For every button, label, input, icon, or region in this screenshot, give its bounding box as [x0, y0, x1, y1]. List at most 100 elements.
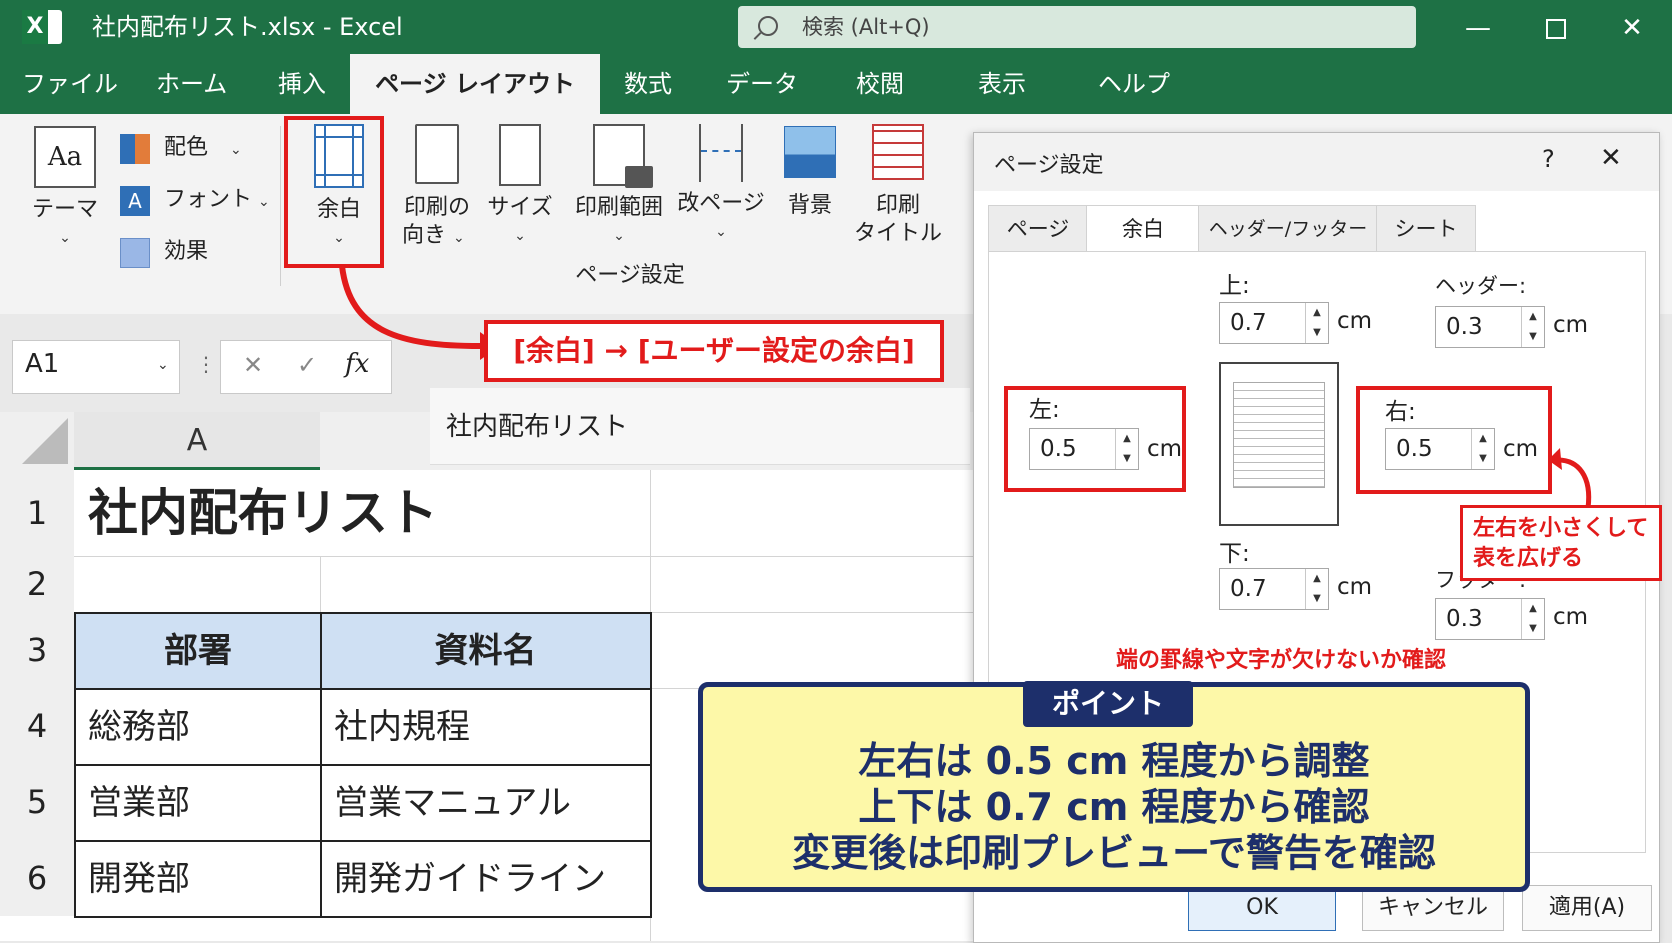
edge-check-note: 端の罫線や文字が欠けないか確認	[1112, 642, 1451, 674]
point-line-1: 左右は 0.5 cm 程度から調整	[858, 739, 1370, 783]
spinner-icon[interactable]: ▲ ▼	[1521, 599, 1544, 639]
row-header-2[interactable]: 2	[0, 556, 74, 612]
row-header-5[interactable]: 5	[0, 764, 74, 840]
row-header-3[interactable]: 3	[0, 612, 74, 688]
tab-view[interactable]: 表示	[978, 66, 1026, 102]
dialog-close-button[interactable]: ✕	[1600, 143, 1622, 173]
fonts-label: フォント	[164, 187, 253, 212]
row-header-1[interactable]: 1	[0, 470, 74, 556]
dialog-tab-header-footer[interactable]: ヘッダー/フッター	[1198, 205, 1378, 253]
effects-label: 効果	[164, 239, 209, 264]
chevron-down-icon: ⌄	[715, 224, 727, 240]
spinner-icon[interactable]: ▲ ▼	[1305, 569, 1328, 609]
tab-review[interactable]: 校閲	[856, 66, 904, 102]
row-header-6[interactable]: 6	[0, 840, 74, 916]
chevron-down-icon: ⌄	[514, 228, 526, 244]
point-line-2: 上下は 0.7 cm 程度から確認	[858, 785, 1370, 829]
header-margin-value: 0.3	[1446, 314, 1483, 340]
select-all-corner[interactable]	[0, 412, 74, 470]
apply-button[interactable]: 適用(A)	[1522, 885, 1652, 931]
ribbon-tab-bar: ファイル ホーム 挿入 ページ レイアウト 数式 データ 校閲 表示 ヘルプ	[0, 54, 1672, 114]
preview-grid	[1233, 382, 1325, 488]
background-button[interactable]: 背景	[770, 124, 850, 220]
effects-button[interactable]: 効果	[120, 238, 270, 270]
cancel-entry-icon[interactable]: ✕	[243, 351, 263, 379]
search-box[interactable]: 検索 (Alt+Q)	[738, 6, 1416, 48]
table-cell[interactable]: 総務部	[88, 690, 190, 764]
name-box[interactable]: A1 ⌄	[12, 340, 180, 394]
print-area-label: 印刷範囲	[574, 195, 663, 220]
tab-formulas[interactable]: 数式	[624, 66, 672, 102]
tab-data[interactable]: データ	[726, 66, 798, 102]
left-margin-highlight-box	[1004, 386, 1186, 492]
margins-highlight-box	[284, 116, 384, 268]
help-button[interactable]: ?	[1542, 145, 1555, 173]
dialog-title: ページ設定	[994, 153, 1104, 178]
print-titles-icon	[872, 124, 924, 180]
formula-bar-input[interactable]: 社内配布リスト	[430, 388, 970, 465]
chevron-down-icon: ⌄	[453, 230, 465, 246]
colors-button[interactable]: 配色 ⌄	[120, 132, 270, 164]
breaks-button[interactable]: 改ページ ⌄	[676, 124, 766, 246]
spinner-icon[interactable]: ▲ ▼	[1305, 303, 1328, 343]
chevron-down-icon: ⌄	[157, 357, 169, 373]
left-right-callout: 左右を小さくして 表を広げる	[1460, 505, 1662, 581]
tab-file[interactable]: ファイル	[22, 66, 118, 102]
size-button[interactable]: サイズ ⌄	[482, 124, 558, 250]
dialog-tab-margins[interactable]: 余白	[1086, 205, 1200, 255]
sheet-title-cell[interactable]: 社内配布リスト	[88, 470, 438, 556]
tab-insert[interactable]: 挿入	[278, 66, 326, 102]
point-line-3: 変更後は印刷プレビューで警告を確認	[792, 831, 1436, 875]
orientation-label-1: 印刷の	[403, 195, 470, 220]
size-icon	[499, 124, 541, 186]
header-margin-label: ヘッダー:	[1435, 274, 1527, 298]
bottom-margin-field[interactable]: 0.7 ▲ ▼	[1219, 568, 1329, 610]
insert-function-icon[interactable]: fx	[345, 349, 369, 379]
tab-page-layout[interactable]: ページ レイアウト	[350, 54, 600, 114]
dialog-tab-page[interactable]: ページ	[988, 205, 1088, 253]
colors-label: 配色	[164, 135, 209, 160]
themes-button[interactable]: Aa テーマ ⌄	[30, 126, 100, 252]
header-margin-field[interactable]: 0.3 ▲ ▼	[1435, 306, 1545, 348]
chevron-down-icon: ⌄	[613, 228, 625, 244]
size-label: サイズ	[487, 195, 553, 220]
page-preview	[1219, 362, 1339, 526]
confirm-entry-icon[interactable]: ✓	[297, 351, 317, 379]
minimize-button[interactable]: —	[1458, 8, 1498, 48]
top-margin-label: 上:	[1219, 273, 1250, 299]
table-cell[interactable]: 営業マニュアル	[334, 766, 571, 840]
footer-margin-field[interactable]: 0.3 ▲ ▼	[1435, 598, 1545, 640]
search-icon	[758, 16, 778, 36]
close-window-button[interactable]: ✕	[1612, 8, 1652, 48]
table-cell[interactable]: 開発部	[88, 842, 190, 916]
row-header-4[interactable]: 4	[0, 688, 74, 764]
fonts-button[interactable]: A フォント ⌄	[120, 186, 270, 218]
maximize-button[interactable]	[1535, 8, 1575, 48]
dialog-tab-sheet[interactable]: シート	[1376, 205, 1476, 253]
table-cell[interactable]: 開発ガイドライン	[334, 842, 606, 916]
print-titles-button[interactable]: 印刷 タイトル	[848, 124, 948, 248]
ribbon-separator	[280, 126, 281, 286]
column-header-a[interactable]: A	[74, 412, 320, 470]
chevron-down-icon: ⌄	[230, 142, 242, 158]
orientation-button[interactable]: 印刷の 向き ⌄	[392, 124, 482, 252]
page-setup-group-label: ページ設定	[575, 263, 685, 288]
excel-logo-letter: X	[22, 10, 48, 44]
themes-label: テーマ	[31, 197, 98, 222]
table-cell[interactable]: 営業部	[88, 766, 190, 840]
table-header-department[interactable]: 部署	[76, 614, 320, 688]
tab-help[interactable]: ヘルプ	[1098, 66, 1170, 102]
orientation-icon	[415, 124, 459, 184]
breaks-icon	[699, 124, 743, 182]
print-area-button[interactable]: 印刷範囲 ⌄	[572, 124, 666, 250]
top-margin-field[interactable]: 0.7 ▲ ▼	[1219, 302, 1329, 344]
formula-bar-content: 社内配布リスト	[446, 412, 629, 442]
tab-home[interactable]: ホーム	[156, 66, 227, 102]
name-box-value: A1	[25, 349, 60, 379]
table-header-document[interactable]: 資料名	[321, 614, 650, 688]
arrow-icon	[1548, 448, 1592, 509]
table-cell[interactable]: 社内規程	[334, 690, 470, 764]
spinner-icon[interactable]: ▲ ▼	[1521, 307, 1544, 347]
point-badge: ポイント	[1023, 681, 1193, 727]
right-margin-highlight-box	[1356, 386, 1552, 494]
